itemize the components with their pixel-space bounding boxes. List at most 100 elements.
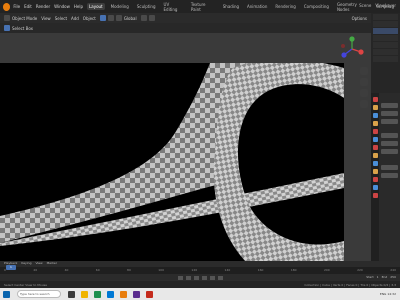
proportional-edit-icon[interactable] [148, 15, 155, 21]
tab-rendering[interactable]: Rendering [273, 3, 297, 10]
system-tray[interactable]: ENG 14:32 [380, 292, 396, 296]
jump-start-icon[interactable] [177, 275, 183, 280]
marker-menu[interactable]: Marker [47, 261, 57, 265]
transform-orientation-dropdown[interactable]: Global [124, 16, 137, 21]
constraint-tab-icon[interactable] [372, 169, 378, 174]
edge-icon[interactable] [107, 290, 114, 298]
timeline[interactable]: Playback Keying View Marker 0 20 40 60 8… [0, 261, 400, 281]
scene-selector[interactable]: Scene [359, 3, 371, 8]
menu-render[interactable]: Render [36, 4, 50, 9]
options-dropdown[interactable]: Options [352, 16, 367, 21]
app-taskbar-icon[interactable] [133, 290, 140, 298]
outliner-row[interactable] [373, 21, 398, 27]
properties-tabs [371, 93, 379, 261]
app2-taskbar-icon[interactable] [146, 290, 153, 298]
property-field[interactable] [381, 103, 398, 108]
outliner-row[interactable] [373, 49, 398, 55]
property-field[interactable] [381, 165, 398, 170]
blender-taskbar-icon[interactable] [120, 290, 127, 298]
snap-icon[interactable] [140, 15, 147, 21]
select-box-icon[interactable] [4, 25, 10, 31]
tab-uv-editing[interactable]: UV Editing [162, 1, 185, 13]
pan-icon[interactable] [360, 78, 368, 86]
render-tab-icon[interactable] [372, 105, 378, 110]
menu-window[interactable]: Window [54, 4, 70, 9]
perspective-toggle-icon[interactable] [360, 100, 368, 108]
texture-tab-icon[interactable] [372, 193, 378, 198]
select-mode-subtract-icon[interactable] [115, 15, 122, 21]
select-mode-icon[interactable] [99, 15, 106, 21]
status-bar: Select Center View to Mouse Collection |… [0, 281, 400, 288]
next-keyframe-icon[interactable] [209, 275, 215, 280]
tick-label: 100 [158, 268, 164, 272]
tab-modeling[interactable]: Modeling [109, 3, 131, 10]
task-view-icon[interactable] [68, 290, 75, 298]
physics-tab-icon[interactable] [372, 161, 378, 166]
world-tab-icon[interactable] [372, 137, 378, 142]
tab-shading[interactable]: Shading [221, 3, 241, 10]
select-menu[interactable]: Select [55, 16, 67, 21]
tick-label: 180 [290, 268, 297, 272]
property-field[interactable] [381, 141, 398, 146]
property-field[interactable] [381, 119, 398, 124]
view-layer-selector[interactable]: ViewLayer [375, 3, 396, 8]
tab-compositing[interactable]: Compositing [302, 3, 331, 10]
start-button-icon[interactable] [3, 290, 10, 298]
outliner-row[interactable] [373, 56, 398, 62]
tick-label: 220 [357, 268, 363, 272]
outliner-row[interactable] [373, 28, 398, 34]
3d-viewport[interactable] [0, 33, 371, 261]
frame-ruler[interactable]: 0 20 40 60 80 100 120 140 160 180 200 22… [0, 267, 400, 274]
object-menu[interactable]: Object [83, 16, 96, 21]
data-tab-icon[interactable] [372, 177, 378, 182]
timeline-view-menu[interactable]: View [35, 261, 42, 265]
taskbar-search-input[interactable]: Type here to search [17, 290, 61, 298]
viewport-navigation-tools [360, 67, 370, 108]
outliner-row[interactable] [373, 42, 398, 48]
blender-logo-icon[interactable] [3, 2, 11, 11]
camera-view-icon[interactable] [360, 89, 368, 97]
jump-end-icon[interactable] [217, 275, 223, 280]
menu-file[interactable]: File [13, 4, 20, 9]
zoom-icon[interactable] [360, 67, 368, 75]
view-menu[interactable]: View [41, 16, 51, 21]
scene-tab-icon[interactable] [372, 129, 378, 134]
tick-label: 240 [390, 268, 396, 272]
object-tab-icon[interactable] [372, 145, 378, 150]
output-tab-icon[interactable] [372, 113, 378, 118]
select-mode-extend-icon[interactable] [107, 15, 114, 21]
file-explorer-icon[interactable] [81, 290, 88, 298]
keying-menu[interactable]: Keying [21, 261, 31, 265]
property-field[interactable] [381, 173, 398, 178]
add-menu[interactable]: Add [71, 16, 79, 21]
property-field[interactable] [381, 149, 398, 154]
frame-range: Start 1 End 250 [366, 275, 396, 279]
camera-view[interactable] [0, 63, 344, 261]
chrome-icon[interactable] [94, 290, 101, 298]
outliner-row[interactable] [373, 35, 398, 41]
status-right: Collection | Cube | Verts 0 | Faces 0 | … [304, 282, 396, 287]
tab-animation[interactable]: Animation [245, 3, 269, 10]
tab-texture-paint[interactable]: Texture Paint [189, 1, 217, 13]
navigation-gizmo[interactable] [339, 36, 365, 62]
playhead[interactable]: 1 [6, 265, 16, 270]
menu-help[interactable]: Help [74, 4, 83, 9]
play-reverse-icon[interactable] [193, 275, 199, 280]
mode-dropdown[interactable]: Object Mode [12, 16, 37, 21]
view-layer-tab-icon[interactable] [372, 121, 378, 126]
editor-type-icon[interactable] [4, 15, 10, 21]
material-tab-icon[interactable] [372, 185, 378, 190]
end-label: End [381, 275, 388, 279]
property-field[interactable] [381, 133, 398, 138]
outliner-row[interactable] [373, 14, 398, 20]
tool-tab-icon[interactable] [372, 97, 378, 102]
end-field[interactable]: 250 [390, 275, 396, 279]
prev-keyframe-icon[interactable] [185, 275, 191, 280]
menu-edit[interactable]: Edit [24, 4, 32, 9]
start-field[interactable]: 1 [377, 275, 379, 279]
tab-layout[interactable]: Layout [87, 3, 105, 10]
modifier-tab-icon[interactable] [372, 153, 378, 158]
tab-sculpting[interactable]: Sculpting [135, 3, 158, 10]
property-field[interactable] [381, 111, 398, 116]
play-icon[interactable] [201, 275, 207, 280]
